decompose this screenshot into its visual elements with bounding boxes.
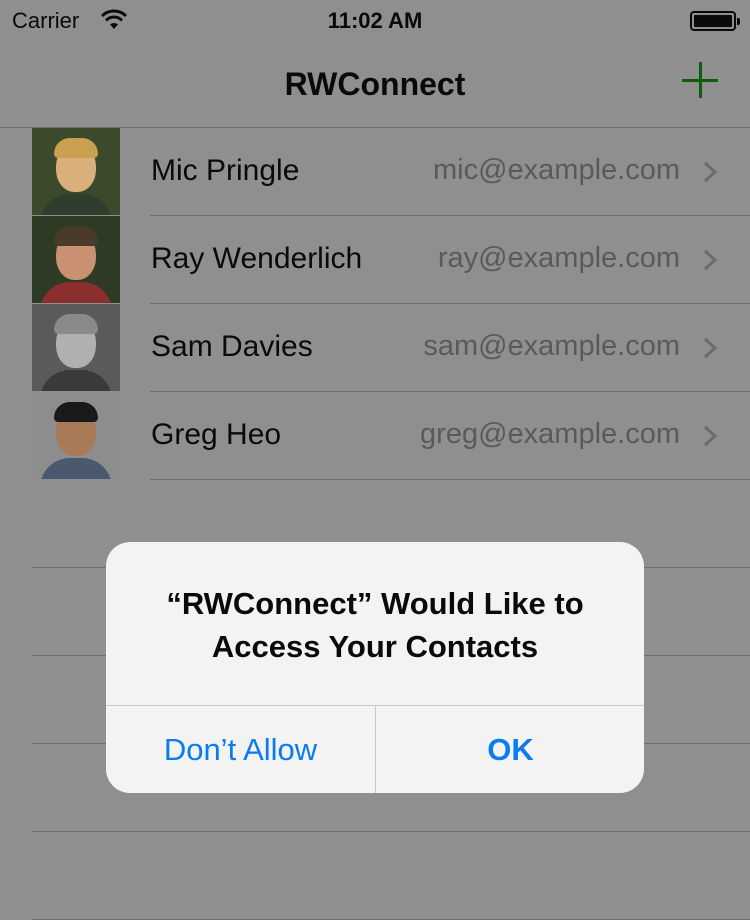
- status-bar: Carrier 11:02 AM: [0, 0, 750, 40]
- alert-title: “RWConnect” Would Like to Access Your Co…: [126, 582, 624, 668]
- table-row[interactable]: Mic Pringle mic@example.com: [0, 128, 750, 216]
- table-row[interactable]: Sam Davies sam@example.com: [0, 304, 750, 392]
- chevron-right-icon: [703, 161, 718, 183]
- add-contact-button[interactable]: [680, 60, 720, 100]
- table-row[interactable]: Ray Wenderlich ray@example.com: [0, 216, 750, 304]
- contact-email: mic@example.com: [433, 154, 680, 186]
- page-title: RWConnect: [284, 66, 466, 102]
- alert-title-line: “RWConnect” Would Like to: [166, 586, 584, 621]
- contact-name: Mic Pringle: [151, 154, 300, 187]
- avatar: [32, 392, 120, 479]
- contact-email: greg@example.com: [420, 418, 680, 450]
- alert-title-line: Access Your Contacts: [211, 629, 539, 664]
- contact-name: Sam Davies: [151, 330, 313, 363]
- contact-email: sam@example.com: [423, 330, 680, 362]
- battery-icon: [690, 11, 740, 31]
- contact-name: Ray Wenderlich: [151, 242, 363, 275]
- contact-email: ray@example.com: [437, 242, 680, 274]
- permission-alert: “RWConnect” Would Like to Access Your Co…: [106, 542, 644, 793]
- dont-allow-button[interactable]: Don’t Allow: [106, 706, 375, 793]
- avatar: [32, 128, 120, 215]
- chevron-right-icon: [703, 425, 718, 447]
- status-time: 11:02 AM: [327, 8, 423, 33]
- avatar: [32, 216, 120, 303]
- contact-name: Greg Heo: [151, 418, 282, 451]
- contacts-table: Mic Pringle mic@example.com Ray Wenderli…: [0, 128, 750, 480]
- ok-button[interactable]: OK: [376, 706, 644, 793]
- chevron-right-icon: [703, 249, 718, 271]
- avatar: [32, 304, 120, 391]
- table-separator: [32, 831, 750, 832]
- navigation-bar: RWConnect: [0, 40, 750, 128]
- chevron-right-icon: [703, 337, 718, 359]
- table-row[interactable]: Greg Heo greg@example.com: [0, 392, 750, 480]
